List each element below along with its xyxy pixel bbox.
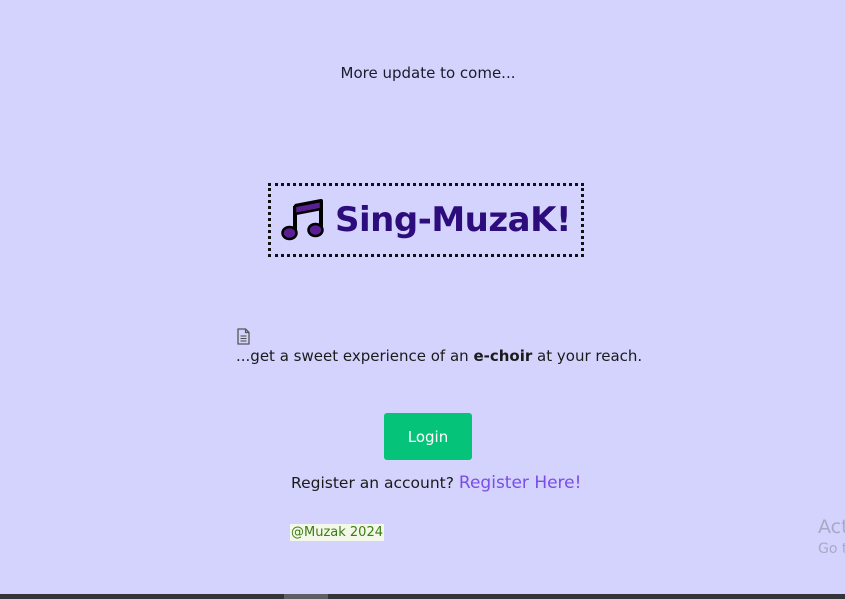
taskbar (0, 594, 845, 599)
tagline-emphasis: e-choir (473, 347, 533, 365)
login-button[interactable]: Login (384, 413, 472, 460)
update-notice: More update to come... (340, 64, 516, 82)
register-prompt: Register an account? (291, 474, 454, 492)
watermark-line1: Act (818, 516, 845, 538)
music-note-icon (281, 198, 325, 242)
logo-banner: Sing-MuzaK! (268, 183, 584, 257)
app-title: Sing-MuzaK! (335, 200, 571, 240)
activate-windows-watermark: Act Go t (818, 516, 845, 560)
watermark-line2: Go t (818, 541, 845, 557)
register-link[interactable]: Register Here! (459, 473, 582, 493)
copyright-text: @Muzak 2024 (290, 524, 384, 541)
tagline-prefix: ...get a sweet experience of an (236, 347, 474, 365)
tagline: ...get a sweet experience of an e-choir … (236, 347, 642, 365)
register-prompt-line: Register an account? Register Here! (291, 473, 581, 493)
document-icon (236, 328, 251, 345)
tagline-suffix: at your reach. (532, 347, 643, 365)
taskbar-item[interactable] (284, 594, 328, 599)
